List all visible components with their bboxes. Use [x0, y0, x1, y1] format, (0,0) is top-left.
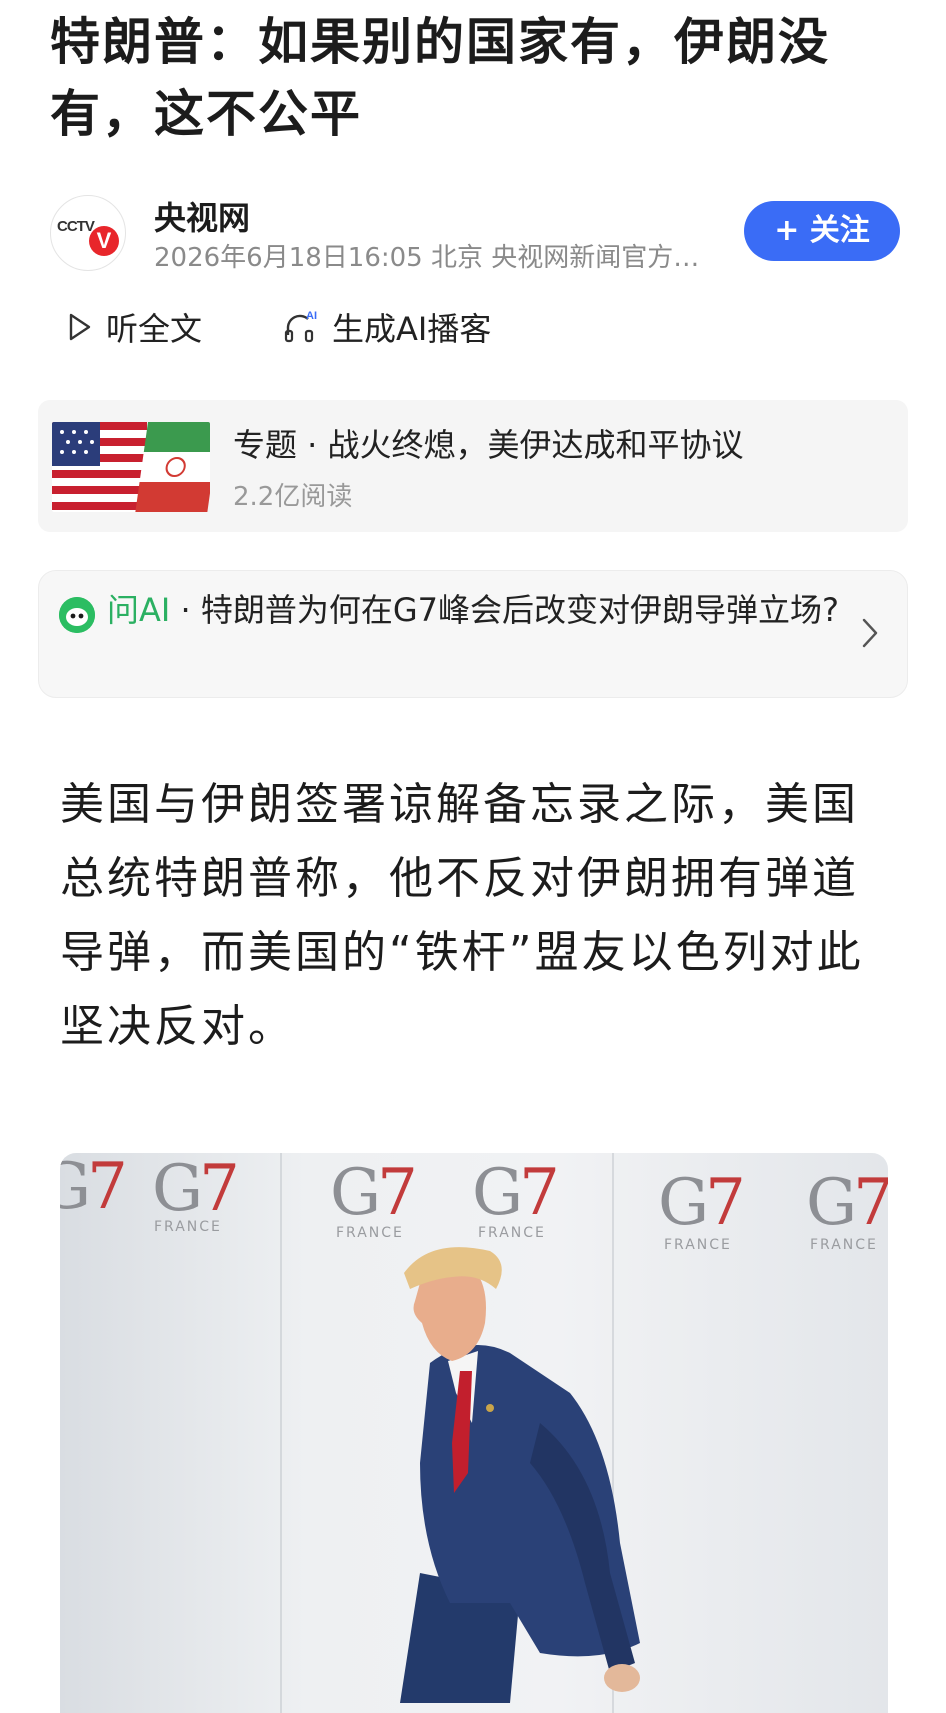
ask-ai-card[interactable]: 问AI · 特朗普为何在G7峰会后改变对伊朗导弹立场?: [38, 570, 908, 698]
headphones-ai-icon: AI: [284, 310, 317, 343]
topic-title: 专题 · 战火终熄，美伊达成和平协议: [233, 426, 744, 464]
g7-logo: G7: [152, 1153, 240, 1226]
g7-logo-subtitle: FRANCE: [336, 1225, 404, 1241]
publish-meta: 2026年6月18日16:05 北京 央视网新闻官方…: [154, 243, 700, 273]
listen-full-button[interactable]: 听全文: [68, 302, 202, 352]
ask-ai-question: 特朗普为何在G7峰会后改变对伊朗导弹立场?: [200, 591, 840, 629]
article-paragraph: 美国与伊朗签署谅解备忘录之际，美国总统特朗普称，他不反对伊朗拥有弹道导弹，而美国…: [60, 779, 864, 1052]
author-avatar[interactable]: CCTV V: [50, 195, 126, 271]
verified-badge-icon: V: [89, 226, 119, 256]
us-iran-flags-thumbnail: [52, 422, 210, 512]
author-row: CCTV V 央视网 2026年6月18日16:05 北京 央视网新闻官方… +…: [50, 195, 900, 275]
person-figure: [400, 1247, 640, 1703]
g7-logo: G7: [60, 1153, 128, 1224]
ai-assistant-icon: [59, 597, 95, 633]
podcast-ai-badge: AI: [306, 310, 317, 322]
g7-logo: G7: [330, 1156, 418, 1230]
topic-card[interactable]: 专题 · 战火终熄，美伊达成和平协议 2.2亿阅读: [38, 400, 908, 532]
play-outline-icon: [69, 313, 91, 341]
g7-logo-subtitle: FRANCE: [154, 1219, 222, 1235]
follow-button[interactable]: + 关注: [744, 201, 900, 261]
topic-read-count: 2.2亿阅读: [233, 482, 353, 512]
g7-logo-subtitle: FRANCE: [810, 1237, 878, 1253]
g7-logo-subtitle: FRANCE: [478, 1225, 546, 1241]
g7-logo: G7: [806, 1166, 888, 1240]
g7-logo: G7: [658, 1166, 746, 1240]
ask-ai-text: 问AI · 特朗普为何在G7峰会后改变对伊朗导弹立场?: [107, 589, 847, 631]
ask-ai-separator: ·: [170, 591, 201, 629]
author-name[interactable]: 央视网: [154, 193, 250, 239]
article-actions: 听全文 AI 生成AI播客: [68, 302, 768, 352]
backdrop-panel-divider: [280, 1153, 282, 1713]
generate-ai-podcast-button[interactable]: AI 生成AI播客: [284, 302, 491, 352]
cctv-logo: CCTV: [57, 218, 95, 235]
article-title: 特朗普：如果别的国家有，伊朗没有，这不公平: [50, 13, 830, 143]
ask-ai-label: 问AI: [107, 591, 171, 629]
g7-logo: G7: [472, 1156, 560, 1230]
listen-label: 听全文: [106, 310, 203, 348]
article-photo[interactable]: G7 G7 FRANCE G7 FRANCE G7 FRANCE G7 FRAN…: [60, 1153, 888, 1713]
chevron-right-icon: [862, 618, 878, 648]
podcast-label: 生成AI播客: [332, 310, 492, 348]
